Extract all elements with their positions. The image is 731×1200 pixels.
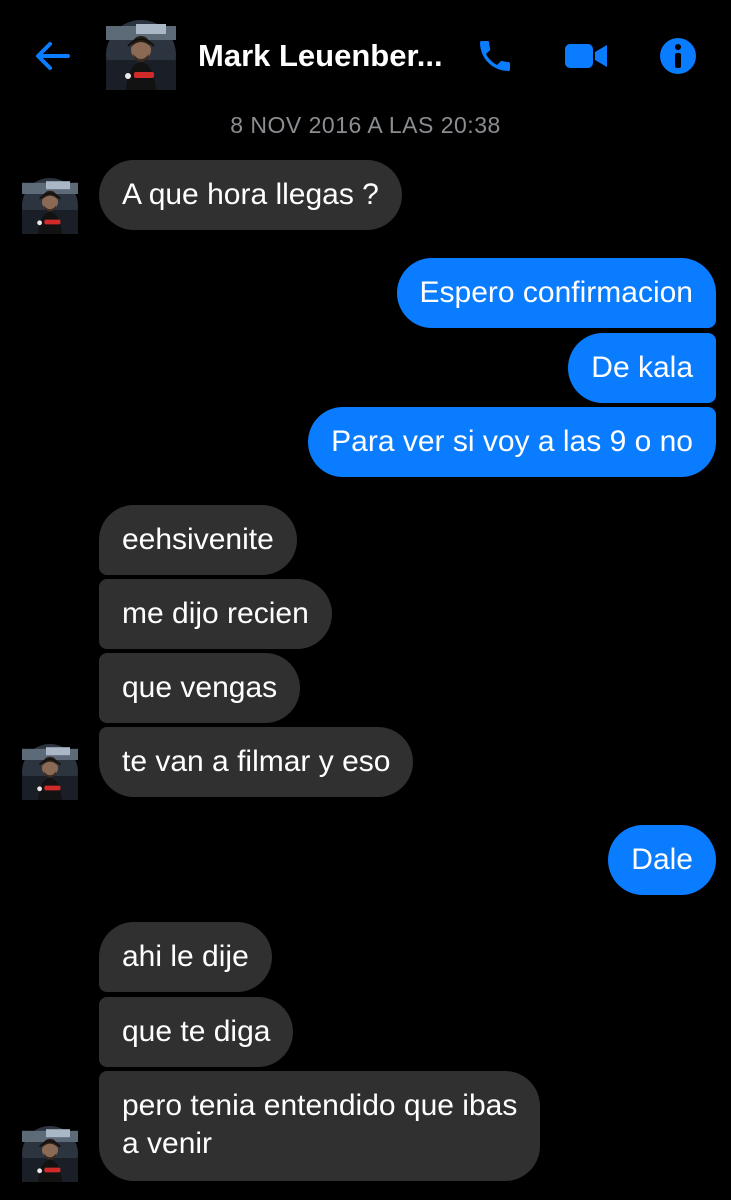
avatar-image [22,1126,78,1182]
message-incoming[interactable]: te van a filmar y eso [99,727,414,797]
message-incoming[interactable]: eehsivenite [99,505,297,575]
arrow-left-icon [36,42,70,70]
message-outgoing[interactable]: Para ver si voy a las 9 o no [308,407,716,477]
message-incoming[interactable]: ahi le dije [99,922,272,992]
message-incoming[interactable]: A que hora llegas ? [99,160,402,230]
phone-icon [480,41,510,71]
sender-avatar[interactable] [22,744,78,800]
info-icon [660,38,696,74]
avatar-image [22,744,78,800]
conversation-header: Mark Leuenber... [0,0,731,110]
video-call-button[interactable] [563,34,609,78]
contact-avatar[interactable] [106,20,176,90]
back-button[interactable] [30,36,74,76]
message-line: pero tenia entendido que ibas [122,1089,518,1122]
message-incoming[interactable]: me dijo recien [99,579,332,649]
message-incoming[interactable]: pero tenia entendido que ibas a venir [99,1071,541,1181]
message-incoming[interactable]: que te diga [99,997,294,1067]
sender-avatar[interactable] [22,1126,78,1182]
message-outgoing[interactable]: De kala [568,333,716,403]
video-camera-icon [565,44,607,68]
message-outgoing[interactable]: Espero confirmacion [396,258,716,328]
contact-name[interactable]: Mark Leuenber... [198,38,443,74]
avatar-image [106,20,176,90]
avatar-image [22,178,78,234]
message-line: a venir [122,1127,213,1160]
sender-avatar[interactable] [22,178,78,234]
info-button[interactable] [655,34,701,78]
conversation-timestamp: 8 NOV 2016 A LAS 20:38 [230,112,501,138]
message-outgoing[interactable]: Dale [608,825,716,895]
call-button[interactable] [472,34,518,78]
message-incoming[interactable]: que vengas [99,653,301,723]
